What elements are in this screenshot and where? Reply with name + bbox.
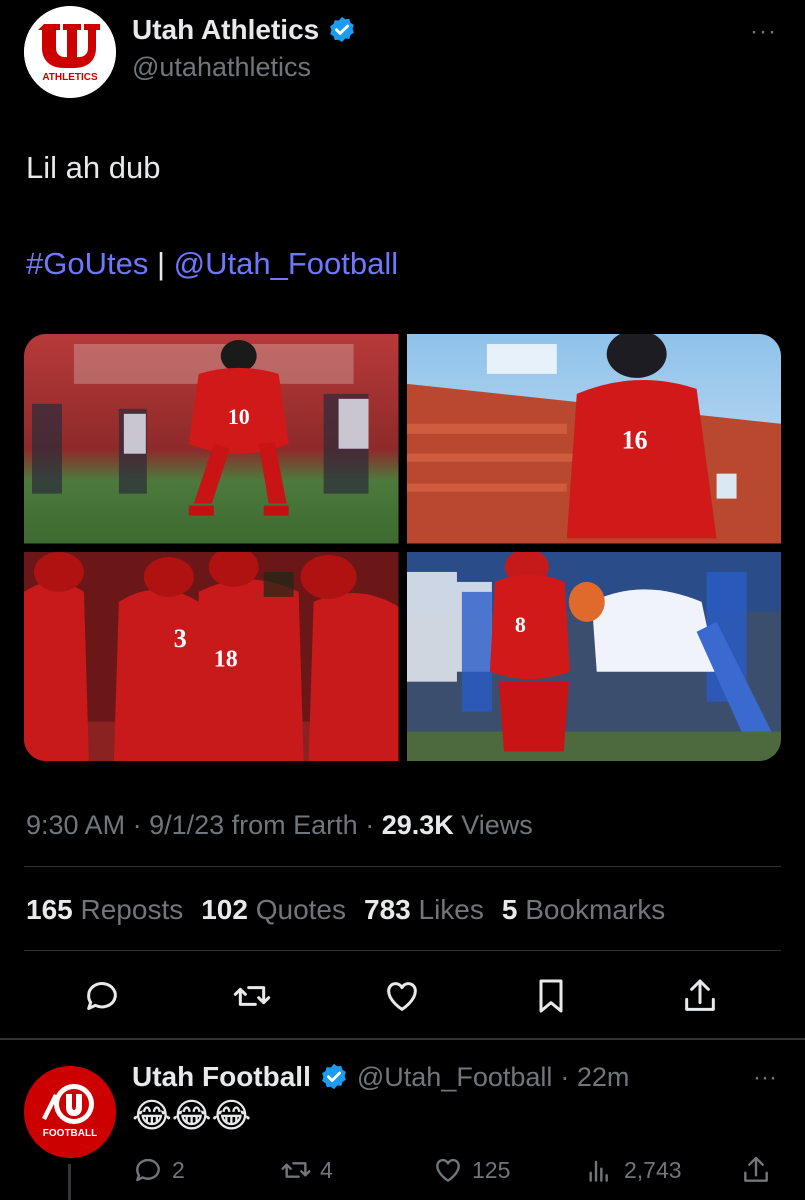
views-chart-icon xyxy=(589,1160,608,1182)
share-icon xyxy=(685,979,715,1011)
reposts-label: Reposts xyxy=(80,894,184,925)
divider xyxy=(24,950,781,951)
bookmark-button[interactable] xyxy=(527,972,575,1020)
tweet-meta: 9:30 AM · 9/1/23 from Earth · 29.3K View… xyxy=(26,810,533,841)
author-avatar[interactable]: ATHLETICS xyxy=(24,6,116,98)
more-options-icon[interactable]: ··· xyxy=(750,18,777,46)
section-divider xyxy=(0,1038,805,1040)
reply-reply-button[interactable]: 2 xyxy=(132,1154,185,1186)
reply-author-avatar[interactable]: FOOTBALL xyxy=(24,1066,116,1158)
likes-label: Likes xyxy=(418,894,484,925)
reply-button[interactable] xyxy=(78,972,126,1020)
author-handle[interactable]: @utahathletics xyxy=(132,52,311,83)
hashtag-link[interactable]: #GoUtes xyxy=(26,246,148,281)
bookmarks-count: 5 xyxy=(501,894,518,925)
reply-handle[interactable]: @Utah_Football xyxy=(357,1062,553,1093)
reply-time[interactable]: · 22m xyxy=(560,1062,629,1093)
bookmark-icon xyxy=(539,979,563,1013)
avatar-caption: ATHLETICS xyxy=(42,72,98,83)
utah-football-logo-icon xyxy=(24,1066,116,1158)
photo-player-10-running[interactable]: 10 xyxy=(24,334,399,544)
share-button[interactable] xyxy=(676,972,724,1020)
reply-icon xyxy=(87,982,117,1010)
likes-count: 783 xyxy=(364,894,411,925)
tweet-text: Lil ah dub xyxy=(26,150,161,185)
reply-like-button[interactable]: 125 xyxy=(432,1154,510,1186)
views-label: Views xyxy=(453,810,533,840)
tag-separator: | xyxy=(148,246,174,281)
reply-actions: 2 4 125 2,743 xyxy=(132,1154,782,1194)
repost-button[interactable] xyxy=(228,972,276,1020)
svg-text:8: 8 xyxy=(514,611,525,636)
utah-logo-icon xyxy=(24,6,116,98)
author-name-row: Utah Athletics xyxy=(132,14,357,46)
reply-more-options-icon[interactable]: ··· xyxy=(753,1064,777,1092)
media-grid: 10 16 3 18 8 xyxy=(24,334,781,761)
bookmarks-stat[interactable]: 5 Bookmarks xyxy=(502,894,665,926)
meta-dot: · xyxy=(125,810,150,840)
reply-replies-count: 2 xyxy=(172,1156,185,1183)
heart-icon xyxy=(387,982,417,1011)
photo-team-celebration[interactable]: 3 18 xyxy=(24,551,399,761)
tweet-stats: 165 Reposts 102 Quotes 783 Likes 5 Bookm… xyxy=(26,894,665,926)
mention-link[interactable]: @Utah_Football xyxy=(174,246,398,281)
reply-icon xyxy=(136,1158,160,1182)
reply-text: 😂😂😂 xyxy=(132,1097,252,1135)
svg-text:10: 10 xyxy=(228,404,250,429)
quotes-stat[interactable]: 102 Quotes xyxy=(201,894,346,926)
quotes-label: Quotes xyxy=(255,894,346,925)
tweet-time[interactable]: 9:30 AM xyxy=(26,810,125,840)
author-display-name[interactable]: Utah Athletics xyxy=(132,14,319,46)
tweet-actions xyxy=(0,972,805,1022)
tweet-date[interactable]: 9/1/23 xyxy=(149,810,224,840)
reply-likes-count: 125 xyxy=(472,1156,511,1183)
photo-player-celebrating-stadium[interactable]: 16 xyxy=(406,334,781,544)
reply-author-row: Utah Football @Utah_Football · 22m xyxy=(132,1061,629,1093)
meta-dot: · xyxy=(357,810,382,840)
bookmarks-label: Bookmarks xyxy=(525,894,666,925)
reply-views-count: 2,743 xyxy=(624,1156,682,1183)
svg-text:16: 16 xyxy=(621,426,647,455)
svg-text:3: 3 xyxy=(174,623,187,652)
repost-icon xyxy=(281,1162,311,1178)
svg-text:18: 18 xyxy=(214,646,238,672)
reply-views-button[interactable]: 2,743 xyxy=(584,1154,682,1186)
reply-display-name[interactable]: Utah Football xyxy=(132,1061,311,1093)
likes-stat[interactable]: 783 Likes xyxy=(364,894,484,926)
reply-share-button[interactable] xyxy=(740,1154,772,1186)
reposts-stat[interactable]: 165 Reposts xyxy=(26,894,183,926)
heart-icon xyxy=(436,1158,460,1182)
quotes-count: 102 xyxy=(201,894,248,925)
verified-badge-icon xyxy=(322,1063,346,1090)
reply-reposts-count: 4 xyxy=(320,1156,333,1183)
share-icon xyxy=(744,1156,768,1182)
reposts-count: 165 xyxy=(26,894,73,925)
tweet-tags: #GoUtes | @Utah_Football xyxy=(26,246,398,282)
verified-badge-icon xyxy=(330,16,355,43)
reply-repost-button[interactable]: 4 xyxy=(280,1154,333,1186)
repost-icon xyxy=(233,986,271,1006)
tweet-source: from Earth xyxy=(224,810,358,840)
views-count: 29.3K xyxy=(381,810,454,840)
like-button[interactable] xyxy=(378,972,426,1020)
photo-player-8-kneeling[interactable]: 8 xyxy=(406,551,781,761)
divider xyxy=(24,866,781,867)
avatar-caption: FOOTBALL xyxy=(42,1128,98,1139)
thread-line xyxy=(68,1164,71,1200)
